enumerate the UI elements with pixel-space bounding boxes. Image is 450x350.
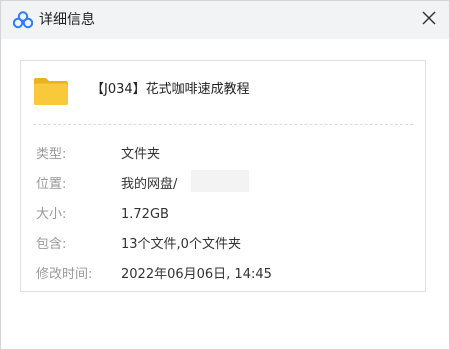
redacted-block (191, 170, 249, 192)
type-label: 类型: (36, 147, 67, 162)
location-value[interactable]: 我的网盘/ (121, 176, 177, 194)
title-bar: 详细信息 (1, 1, 449, 39)
folder-icon (34, 78, 68, 105)
modified-label: 修改时间: (36, 267, 93, 282)
details-dialog: 详细信息 【J034】花式咖啡速成教程 类型: 文件夹 位置: 我的网盘/ 大小… (0, 0, 450, 350)
size-value: 1.72GB (121, 207, 169, 222)
type-value: 文件夹 (121, 147, 161, 162)
size-label: 大小: (36, 207, 67, 222)
close-icon[interactable] (415, 4, 443, 32)
modified-value: 2022年06月06日, 14:45 (121, 267, 272, 282)
details-panel: 【J034】花式咖啡速成教程 类型: 文件夹 位置: 我的网盘/ 大小: 1.7… (20, 60, 426, 292)
dialog-title: 详细信息 (39, 12, 95, 28)
location-label: 位置: (36, 177, 67, 192)
contains-label: 包含: (36, 237, 67, 252)
contains-value: 13个文件,0个文件夹 (121, 237, 241, 252)
divider (33, 124, 413, 125)
file-name: 【J034】花式咖啡速成教程 (91, 82, 250, 97)
cloud-logo-icon (13, 11, 33, 29)
